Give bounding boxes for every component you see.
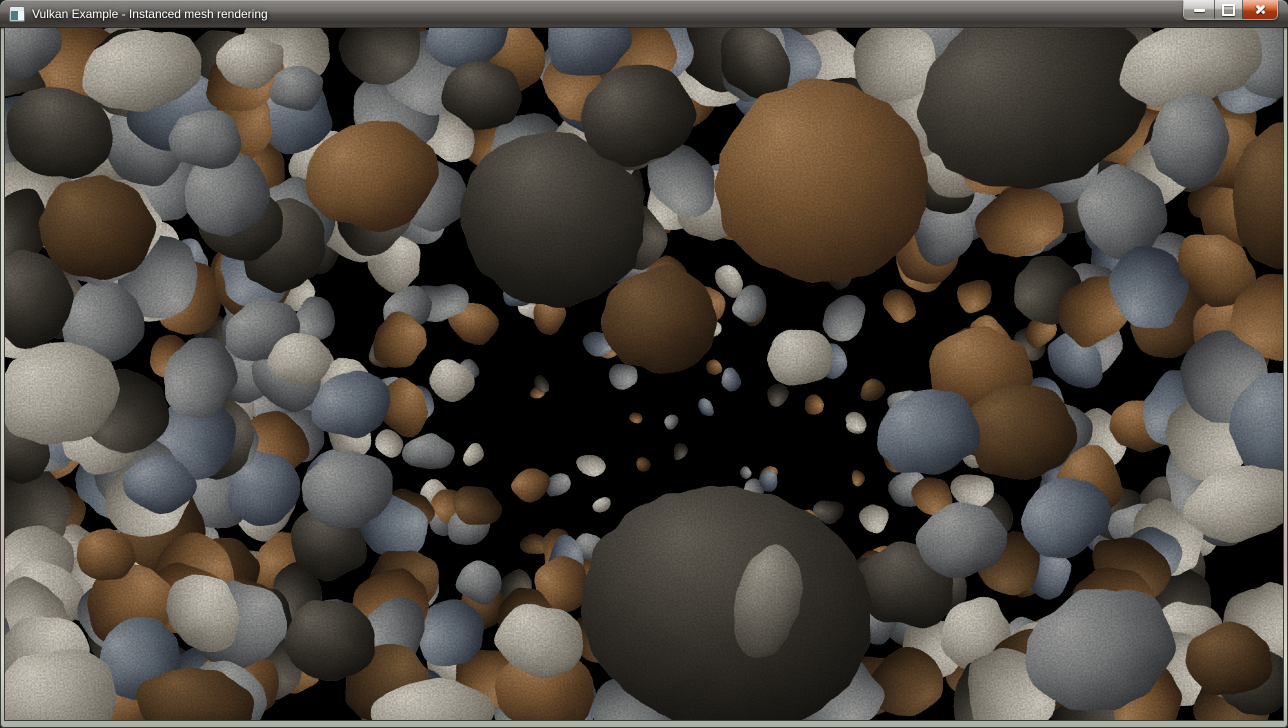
close-icon — [1254, 3, 1267, 16]
titlebar[interactable]: Vulkan Example - Instanced mesh renderin… — [0, 0, 1288, 28]
scene-svg — [5, 28, 1283, 720]
window-title: Vulkan Example - Instanced mesh renderin… — [32, 7, 268, 21]
maximize-icon — [1222, 4, 1235, 16]
minimize-button[interactable] — [1184, 0, 1215, 19]
app-icon-right-pane — [18, 11, 24, 20]
minimize-icon — [1194, 9, 1205, 12]
window-controls — [1183, 0, 1278, 20]
close-button[interactable] — [1243, 0, 1277, 19]
app-icon-left-pane — [11, 11, 18, 20]
app-icon — [9, 6, 25, 22]
maximize-button[interactable] — [1215, 0, 1243, 19]
render-viewport[interactable] — [5, 28, 1283, 720]
app-window: Vulkan Example - Instanced mesh renderin… — [0, 0, 1288, 728]
